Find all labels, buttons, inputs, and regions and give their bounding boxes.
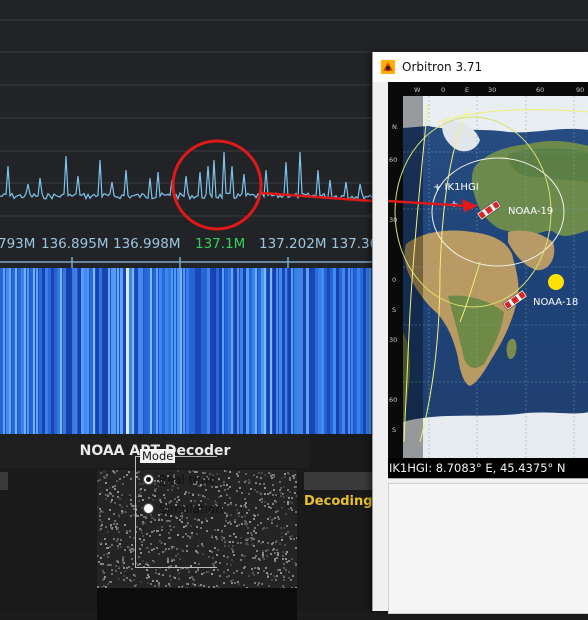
spectrum-trace	[0, 151, 373, 201]
decoder-right-control[interactable]	[304, 472, 376, 490]
longitude-tick: W	[414, 86, 421, 94]
orbitron-window[interactable]: Orbitron 3.71 W 0 E 30 60 90 N 60 30 0 S…	[372, 52, 588, 614]
latitude-tick: 60	[389, 396, 397, 404]
longitude-tick: 0	[441, 86, 445, 94]
sun-icon	[548, 274, 564, 290]
orbitron-title: Orbitron 3.71	[402, 60, 483, 74]
latitude-tick: S	[392, 426, 396, 434]
mode-radio-real-time[interactable]: Real time	[143, 473, 216, 487]
satellite-label[interactable]: NOAA-19	[508, 206, 553, 217]
latitude-tick: 30	[389, 336, 397, 344]
world-map-canvas: W 0 E 30 60 90 N 60 30 0 S 30 60 S + IK1…	[388, 82, 588, 458]
satellite-label[interactable]: NOAA-18	[533, 297, 578, 308]
orbitron-panel-frame	[388, 483, 588, 614]
radio-button-icon[interactable]	[143, 474, 154, 485]
longitude-tick: E	[465, 86, 469, 94]
mode-legend: Mode	[140, 449, 176, 463]
latitude-tick: 30	[389, 216, 397, 224]
frequency-label: 136.998M	[113, 236, 181, 252]
mode-radio-simulation[interactable]: Simulation	[143, 502, 223, 516]
radio-button-icon[interactable]	[143, 503, 154, 514]
observer-label: + IK1HGI	[433, 182, 479, 193]
radio-label: Real time	[159, 473, 216, 487]
longitude-tick: 90	[576, 86, 584, 94]
orbitron-control-panel	[388, 478, 588, 614]
world-map[interactable]: W 0 E 30 60 90 N 60 30 0 S 30 60 S + IK1…	[388, 82, 588, 458]
decoder-left-control[interactable]	[0, 472, 8, 490]
frequency-label-active: 137.1M	[195, 236, 246, 252]
frequency-label: 793M	[0, 236, 36, 252]
frequency-label: 137.202M	[259, 236, 327, 252]
longitude-tick: 60	[536, 86, 544, 94]
latitude-tick: S	[392, 306, 396, 314]
latitude-tick: 60	[389, 156, 397, 164]
orbitron-titlebar[interactable]: Orbitron 3.71	[373, 52, 588, 82]
latitude-tick: 0	[392, 276, 396, 284]
longitude-tick: 30	[488, 86, 496, 94]
latitude-tick: N	[392, 123, 397, 131]
radio-label: Simulation	[159, 502, 223, 516]
observer-coordinates: IK1HGI: 8.7083° E, 45.4375° N	[388, 458, 588, 478]
orbitron-app-icon	[381, 60, 395, 74]
frequency-label: 136.895M	[41, 236, 109, 252]
